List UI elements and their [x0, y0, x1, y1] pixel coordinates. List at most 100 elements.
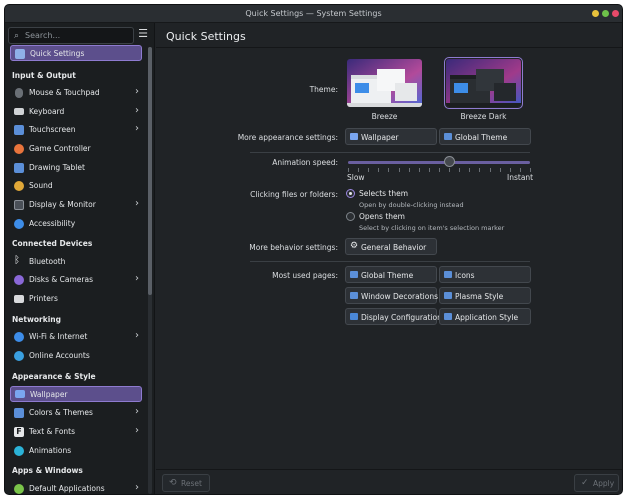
sidebar-item-label: Wallpaper	[30, 390, 68, 399]
sidebar-item-mouse-touchpad[interactable]: Mouse & Touchpad ›	[10, 85, 142, 101]
slider-tick	[479, 168, 480, 172]
minimize-button[interactable]	[592, 10, 599, 17]
global-theme-icon	[350, 271, 358, 278]
sidebar-item-label: Online Accounts	[29, 351, 90, 360]
sidebar-item-text-fonts[interactable]: F Text & Fonts ›	[10, 424, 142, 440]
most-used-global-theme[interactable]: Global Theme	[345, 266, 437, 283]
sidebar-item-display-monitor[interactable]: Display & Monitor ›	[10, 197, 142, 213]
theme-label: Theme:	[309, 85, 338, 94]
button-label: Plasma Style	[455, 292, 504, 301]
sidebar-item-disks-cameras[interactable]: Disks & Cameras ›	[10, 272, 142, 288]
sidebar-item-label: Sound	[29, 181, 53, 190]
maximize-button[interactable]	[602, 10, 609, 17]
plasma-style-icon	[444, 292, 452, 299]
chevron-right-icon: ›	[135, 198, 139, 209]
slider-slow-label: Slow	[347, 173, 365, 182]
most-used-display-configuration[interactable]: Display Configuration	[345, 308, 442, 325]
section-input-output: Input & Output	[12, 71, 76, 80]
section-appearance-style: Appearance & Style	[12, 372, 96, 381]
button-label: Application Style	[455, 313, 519, 322]
sidebar-item-animations[interactable]: Animations	[10, 443, 142, 459]
wallpaper-button[interactable]: Wallpaper	[345, 128, 437, 145]
slider-tick	[510, 168, 511, 172]
section-connected-devices: Connected Devices	[12, 239, 93, 248]
sidebar-item-drawing-tablet[interactable]: Drawing Tablet	[10, 160, 142, 176]
most-used-application-style[interactable]: Application Style	[439, 308, 531, 325]
hamburger-menu-icon[interactable]: ☰	[138, 28, 148, 39]
radio-selects-them[interactable]	[346, 189, 355, 198]
animation-speed-label: Animation speed:	[272, 158, 338, 167]
theme-thumbnail-breeze-dark[interactable]	[444, 57, 523, 109]
sidebar-item-sound[interactable]: Sound	[10, 178, 142, 194]
sidebar-item-game-controller[interactable]: Game Controller	[10, 141, 142, 157]
apply-button[interactable]: ✓ Apply	[574, 474, 619, 492]
global-theme-button[interactable]: Global Theme	[439, 128, 531, 145]
sidebar-item-label: Wi-Fi & Internet	[29, 332, 88, 341]
sidebar-item-label: Mouse & Touchpad	[29, 88, 100, 97]
slider-tick	[419, 168, 420, 172]
sidebar-item-printers[interactable]: Printers	[10, 291, 142, 307]
most-used-window-decorations[interactable]: Window Decorations	[345, 287, 438, 304]
animation-speed-slider[interactable]	[348, 161, 530, 164]
sidebar-item-online-accounts[interactable]: Online Accounts	[10, 348, 142, 364]
most-used-icons[interactable]: Icons	[439, 266, 531, 283]
search-box[interactable]: ⌕	[8, 27, 134, 44]
section-divider	[250, 152, 530, 153]
sidebar-item-label: Touchscreen	[29, 125, 76, 134]
touchscreen-icon	[14, 125, 24, 135]
search-input[interactable]	[25, 29, 131, 42]
reset-button[interactable]: ⟲ Reset	[162, 474, 210, 492]
chevron-right-icon: ›	[135, 425, 139, 436]
slider-tick	[409, 168, 410, 172]
system-settings-window: Quick Settings — System Settings ⌕ ☰ Qui…	[4, 4, 623, 495]
checkmark-icon: ✓	[581, 478, 589, 488]
drawing-tablet-icon	[14, 163, 24, 173]
slider-tick	[500, 168, 501, 172]
wallpaper-icon	[15, 390, 25, 398]
chevron-right-icon: ›	[135, 123, 139, 134]
sidebar-item-label: Default Applications	[29, 484, 105, 493]
radio-selects-them-label[interactable]: Selects them	[359, 189, 408, 198]
sidebar-item-label: Colors & Themes	[29, 408, 93, 417]
sidebar-item-wifi-internet[interactable]: Wi-Fi & Internet ›	[10, 329, 142, 345]
default-apps-icon	[14, 484, 24, 494]
sidebar-item-default-applications[interactable]: Default Applications ›	[10, 481, 142, 494]
close-button[interactable]	[612, 10, 619, 17]
theme-caption-breeze: Breeze	[371, 112, 398, 121]
slider-tick	[378, 168, 379, 172]
sidebar-item-touchscreen[interactable]: Touchscreen ›	[10, 122, 142, 138]
sidebar-scrollbar-thumb[interactable]	[148, 47, 152, 295]
slider-tick	[490, 168, 491, 172]
animation-speed-slider-handle[interactable]	[444, 156, 455, 167]
quick-settings-icon	[15, 49, 25, 59]
theme-caption-breeze-dark: Breeze Dark	[460, 112, 507, 121]
colors-themes-icon	[14, 408, 24, 418]
sidebar-item-accessibility[interactable]: Accessibility	[10, 216, 142, 232]
general-behavior-button[interactable]: ⚙ General Behavior	[345, 238, 437, 255]
radio-opens-them-label[interactable]: Opens them	[359, 212, 405, 221]
titlebar: Quick Settings — System Settings	[5, 5, 622, 23]
sidebar-item-bluetooth[interactable]: ᛒ Bluetooth	[10, 254, 142, 270]
chevron-right-icon: ›	[135, 273, 139, 284]
wallpaper-icon	[350, 133, 358, 140]
theme-thumbnail-breeze[interactable]	[347, 59, 422, 107]
sidebar-item-label: Printers	[29, 294, 58, 303]
sidebar-item-keyboard[interactable]: Keyboard ›	[10, 104, 142, 120]
chevron-right-icon: ›	[135, 406, 139, 417]
sidebar-item-wallpaper[interactable]: Wallpaper	[10, 386, 142, 402]
clicking-files-label: Clicking files or folders:	[250, 190, 338, 199]
main-panel: Quick Settings Theme: Breeze Breeze Dark…	[156, 23, 622, 494]
slider-tick	[520, 168, 521, 172]
search-icon: ⌕	[14, 31, 20, 41]
sidebar-item-label: Bluetooth	[29, 257, 66, 266]
radio-opens-them[interactable]	[346, 212, 355, 221]
sidebar-item-quick-settings[interactable]: Quick Settings	[10, 45, 142, 61]
most-used-plasma-style[interactable]: Plasma Style	[439, 287, 531, 304]
gear-icon: ⚙	[350, 241, 359, 251]
sidebar-item-colors-themes[interactable]: Colors & Themes ›	[10, 405, 142, 421]
wifi-icon	[14, 332, 24, 342]
icons-icon	[444, 271, 452, 278]
text-fonts-icon: F	[14, 427, 24, 437]
section-apps-windows: Apps & Windows	[12, 466, 83, 475]
button-label: Global Theme	[455, 133, 508, 142]
